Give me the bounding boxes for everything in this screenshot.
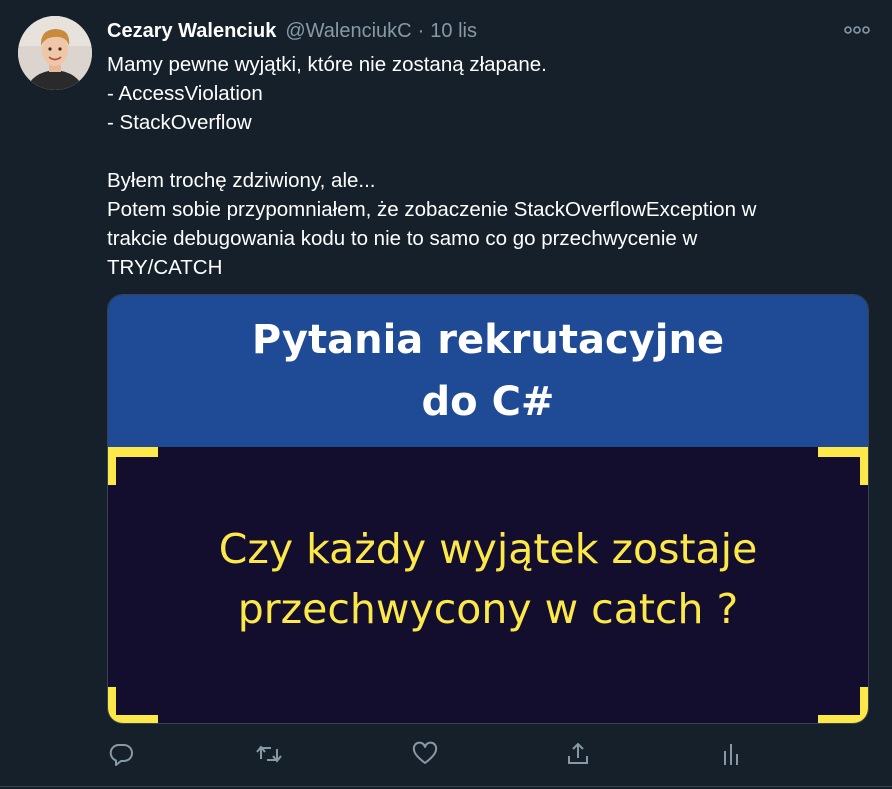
tweet-text-line: trakcie debugowania kodu to nie to samo …	[107, 227, 698, 250]
tweet[interactable]: Cezary Walenciuk @WalenciukC · 10 lis Ma…	[0, 0, 892, 789]
reply-button[interactable]	[105, 738, 137, 770]
tweet-text: Mamy pewne wyjątki, które nie zostaną zł…	[107, 50, 847, 282]
media-title-line: Pytania rekrutacyjne	[251, 317, 725, 363]
user-handle[interactable]: @WalenciukC	[285, 20, 411, 43]
media-question: Czy każdy wyjątek zostaje przechwycony w…	[108, 519, 868, 639]
separator-dot: ·	[417, 19, 425, 42]
frame-corner-top-right	[818, 447, 868, 485]
media-question-line: Czy każdy wyjątek zostaje	[218, 525, 758, 573]
like-heart-icon	[412, 741, 438, 764]
frame-corner-bottom-left	[108, 687, 158, 723]
tweet-actions	[107, 738, 869, 770]
analytics-icon	[724, 744, 738, 765]
display-name[interactable]: Cezary Walenciuk	[107, 20, 276, 43]
retweet-icon	[256, 745, 282, 763]
tweet-timestamp[interactable]: 10 lis	[430, 20, 477, 43]
tweet-text-line: Byłem trochę zdziwiony, ale...	[107, 169, 376, 192]
tweet-text-line	[107, 137, 847, 166]
like-button[interactable]	[409, 738, 441, 770]
divider	[0, 786, 892, 787]
media-title: Pytania rekrutacyjne do C#	[108, 309, 868, 433]
share-icon	[568, 742, 588, 764]
more-horizontal-icon	[844, 26, 870, 34]
tweet-media-image[interactable]: Pytania rekrutacyjne do C# Czy każdy wyj…	[107, 294, 869, 724]
reply-icon	[109, 744, 133, 766]
tweet-text-line: - StackOverflow	[107, 111, 252, 134]
frame-corner-top-left	[108, 447, 158, 485]
tweet-text-line: TRY/CATCH	[107, 256, 223, 279]
retweet-button[interactable]	[253, 738, 285, 770]
frame-corner-bottom-right	[818, 687, 868, 723]
share-button[interactable]	[562, 738, 594, 770]
avatar[interactable]	[18, 16, 92, 90]
more-button[interactable]	[842, 20, 872, 40]
media-question-line: przechwycony w catch ?	[237, 585, 739, 633]
tweet-text-line: Potem sobie przypomniałem, że zobaczenie…	[107, 198, 757, 221]
tweet-text-line: Mamy pewne wyjątki, które nie zostaną zł…	[107, 53, 547, 76]
tweet-text-line: - AccessViolation	[107, 82, 263, 105]
analytics-button[interactable]	[715, 738, 747, 770]
tweet-header: Cezary Walenciuk @WalenciukC · 10 lis	[107, 18, 477, 44]
media-title-line: do C#	[421, 379, 555, 425]
